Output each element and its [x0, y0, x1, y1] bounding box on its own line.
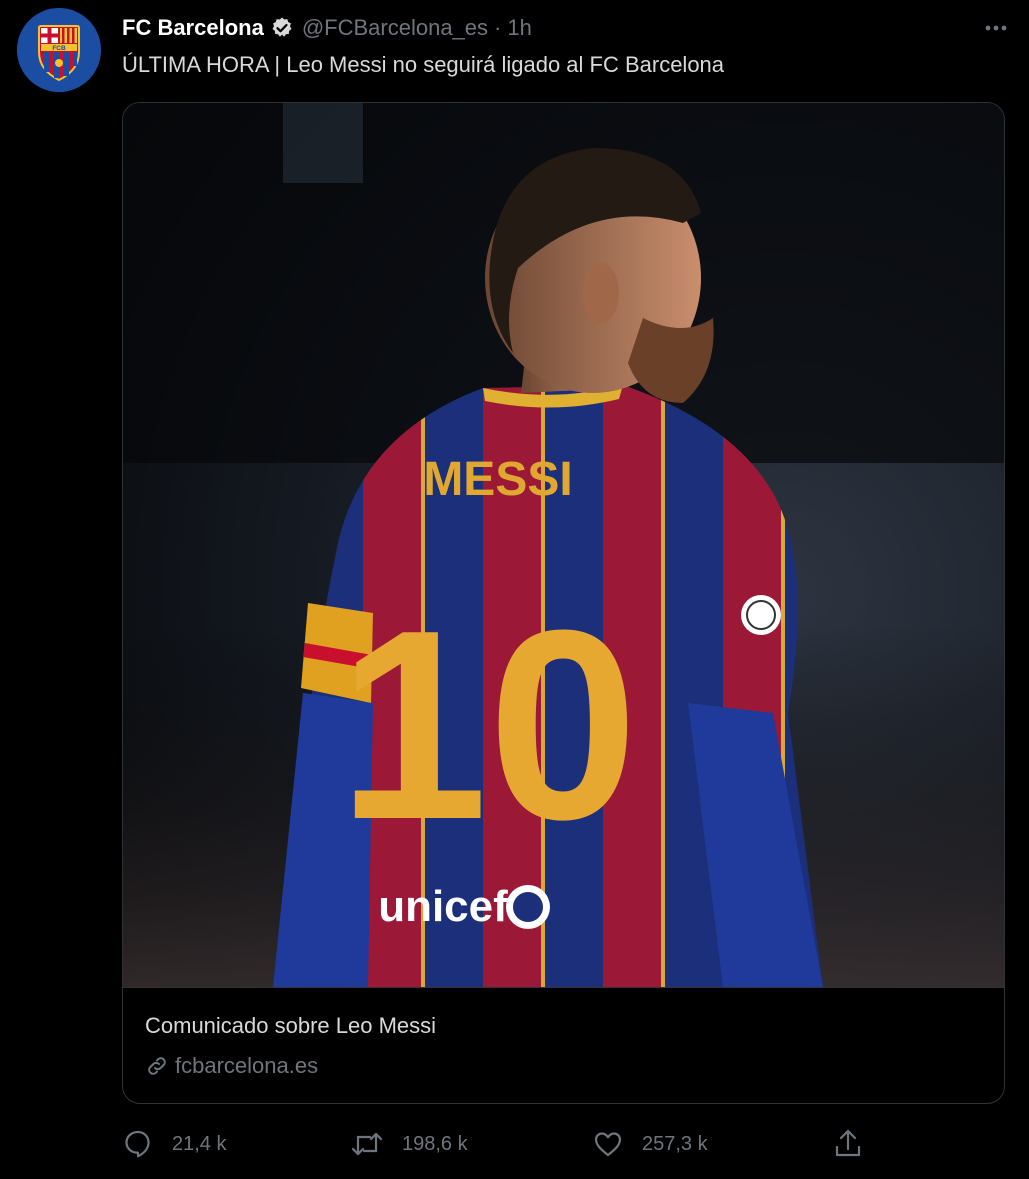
tweet-time[interactable]: 1h [507, 15, 531, 41]
jersey-number: 10 [338, 575, 638, 876]
author-name[interactable]: FC Barcelona [122, 15, 264, 41]
jersey-name: MESSI [423, 453, 572, 506]
jersey-sponsor: unicef [378, 882, 508, 931]
verified-badge-icon [270, 16, 294, 40]
fcb-crest-logo: FCB [17, 8, 101, 92]
card-divider [123, 987, 1004, 988]
crest-text: FCB [52, 45, 66, 52]
tweet-header: FC Barcelona @FCBarcelona_es · 1h [122, 10, 1009, 46]
retweet-icon [351, 1132, 383, 1156]
action-bar: 21,4 k 198,6 k 257,3 k [122, 1126, 882, 1162]
link-card[interactable]: MESSI 10 unicef Comunicado sobre Leo Mes… [122, 102, 1005, 1104]
like-button[interactable]: 257,3 k [592, 1126, 708, 1162]
card-domain-text: fcbarcelona.es [175, 1053, 319, 1078]
like-count: 257,3 k [642, 1132, 708, 1155]
link-icon [148, 1057, 166, 1075]
retweet-button[interactable]: 198,6 k [350, 1126, 468, 1162]
tweet-text: ÚLTIMA HORA | Leo Messi no seguirá ligad… [122, 52, 725, 77]
card-title[interactable]: Comunicado sobre Leo Messi [145, 1013, 436, 1039]
reply-icon [125, 1130, 150, 1158]
share-button[interactable] [832, 1126, 882, 1162]
avatar[interactable]: FCB [17, 8, 101, 92]
author-handle[interactable]: @FCBarcelona_es [302, 15, 488, 41]
more-icon[interactable] [969, 10, 1009, 46]
retweet-count: 198,6 k [402, 1132, 468, 1155]
like-icon [594, 1132, 622, 1157]
card-image[interactable]: MESSI 10 unicef [123, 103, 1004, 987]
card-domain[interactable]: fcbarcelona.es [145, 1053, 318, 1079]
reply-count: 21,4 k [172, 1132, 227, 1155]
separator-dot: · [494, 15, 502, 40]
share-icon [835, 1129, 861, 1157]
reply-button[interactable]: 21,4 k [122, 1126, 226, 1162]
